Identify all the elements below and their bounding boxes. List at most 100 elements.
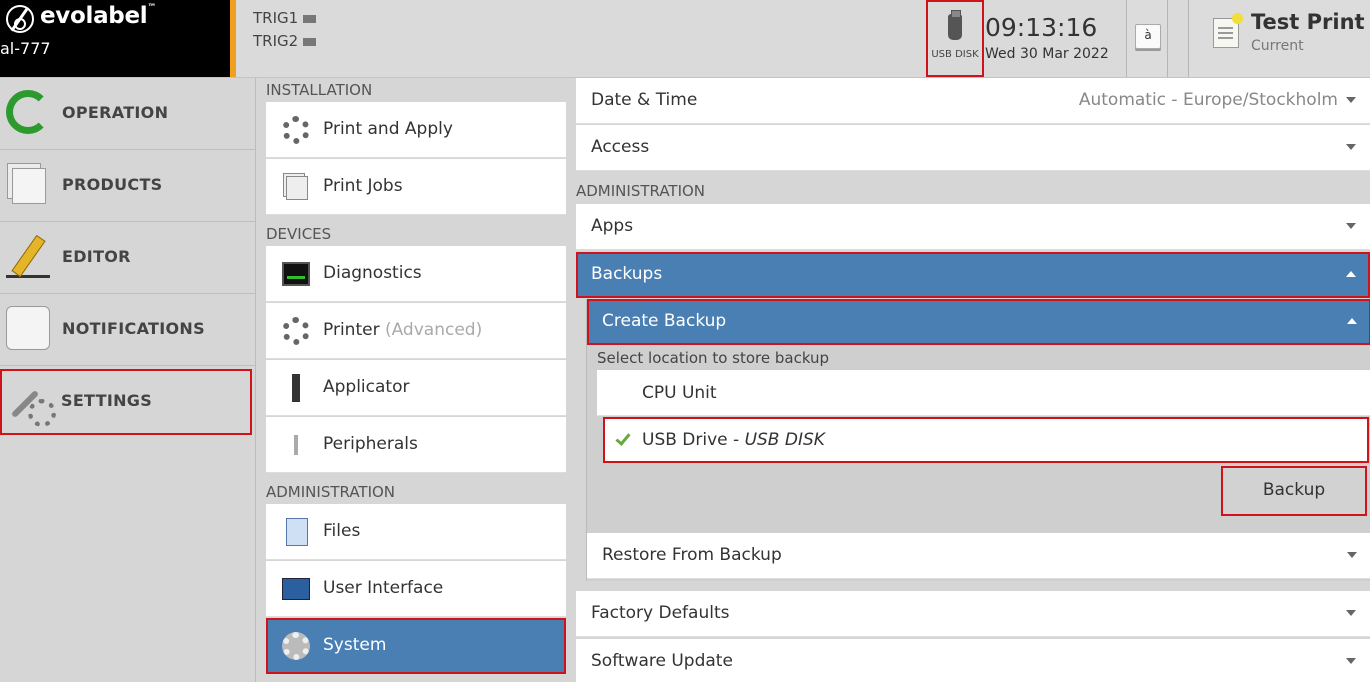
row-apps-label: Apps (591, 216, 634, 236)
nav-settings-label: SETTINGS (61, 391, 153, 410)
menu-files[interactable]: Files (266, 504, 566, 560)
select-location-label: Select location to store backup (597, 349, 830, 367)
chevron-down-icon (1346, 658, 1356, 664)
row-restore-from-backup[interactable]: Restore From Backup (587, 533, 1370, 579)
row-access[interactable]: Access (576, 125, 1370, 171)
row-backups-label: Backups (591, 264, 663, 284)
location-usb-drive-label: USB Drive - (642, 430, 745, 450)
trigger-1-led-icon (303, 14, 317, 23)
applicator-icon (282, 374, 310, 402)
logo-block: evolabel™ al-777 (0, 0, 236, 77)
chevron-down-icon (1347, 552, 1357, 558)
files-icon (286, 518, 308, 546)
diagnostics-icon (282, 262, 310, 286)
location-usb-drive[interactable]: USB Drive - USB DISK (603, 417, 1369, 463)
usb-disk-label: USB DISK (931, 49, 979, 60)
section-installation: INSTALLATION (266, 81, 373, 99)
usb-stick-icon (948, 10, 962, 40)
trademark: ™ (147, 3, 157, 13)
top-bar: evolabel™ al-777 TRIG1 TRIG2 USB DISK 09… (0, 0, 1370, 78)
nav-notifications[interactable]: NOTIFICATIONS (0, 294, 255, 366)
settings-categories: INSTALLATION Print and Apply Print Jobs … (257, 78, 575, 682)
menu-printer-sublabel: (Advanced) (384, 320, 483, 340)
row-factory-defaults-label: Factory Defaults (591, 603, 730, 623)
row-backups[interactable]: Backups (576, 252, 1370, 298)
main-nav: OPERATION PRODUCTS EDITOR NOTIFICATIONS … (0, 78, 256, 682)
menu-peripherals-label: Peripherals (323, 434, 418, 454)
documents-icon (12, 168, 46, 204)
row-software-update[interactable]: Software Update (576, 639, 1370, 682)
nav-editor-label: EDITOR (62, 247, 131, 266)
speech-bubble-icon (6, 306, 50, 350)
test-print-title: Test Print (1251, 10, 1365, 34)
row-restore-label: Restore From Backup (602, 545, 782, 565)
row-factory-defaults[interactable]: Factory Defaults (576, 591, 1370, 637)
checkmark-icon (615, 430, 631, 446)
chevron-up-icon (1347, 318, 1357, 324)
menu-applicator-label: Applicator (323, 377, 410, 397)
menu-diagnostics[interactable]: Diagnostics (266, 246, 566, 302)
menu-diagnostics-label: Diagnostics (323, 263, 422, 283)
row-date-time-label: Date & Time (591, 90, 698, 110)
chevron-down-icon (1346, 144, 1356, 150)
section-administration: ADMINISTRATION (266, 483, 396, 501)
refresh-icon (6, 90, 50, 134)
nav-products-label: PRODUCTS (62, 175, 163, 194)
backup-button[interactable]: Backup (1221, 466, 1367, 516)
section-devices: DEVICES (266, 225, 332, 243)
section-administration-right: ADMINISTRATION (576, 182, 706, 200)
row-create-backup-label: Create Backup (602, 311, 727, 331)
nav-settings[interactable]: SETTINGS (0, 369, 252, 435)
brand-name: evolabel (40, 3, 148, 29)
backups-content: Create Backup Select location to store b… (586, 299, 1370, 581)
nav-notifications-label: NOTIFICATIONS (62, 319, 205, 338)
menu-print-jobs[interactable]: Print Jobs (266, 159, 566, 215)
trigger-2-label: TRIG2 (253, 32, 299, 50)
row-date-time-value: Automatic - Europe/Stockholm (1078, 90, 1338, 110)
menu-system[interactable]: System (266, 618, 566, 674)
trigger-1-indicator: TRIG1 (253, 9, 317, 27)
chevron-down-icon (1346, 223, 1356, 229)
menu-applicator[interactable]: Applicator (266, 360, 566, 416)
system-gear-icon (282, 632, 310, 660)
system-settings-panel: Date & Time Automatic - Europe/Stockholm… (576, 78, 1370, 682)
plug-icon (282, 431, 310, 459)
location-cpu-unit[interactable]: CPU Unit (597, 370, 1370, 416)
menu-files-label: Files (323, 521, 361, 541)
evolabel-logo-icon (6, 5, 34, 33)
location-usb-drive-name: USB DISK (744, 430, 825, 450)
nav-operation-label: OPERATION (62, 103, 169, 122)
clock-time: 09:13:16 (985, 13, 1098, 42)
row-apps[interactable]: Apps (576, 204, 1370, 250)
menu-user-interface[interactable]: User Interface (266, 561, 566, 617)
print-jobs-icon (286, 176, 308, 200)
trigger-2-led-icon (303, 37, 317, 46)
usb-disk-indicator[interactable]: USB DISK (926, 0, 984, 77)
test-print-button[interactable]: Test Print Current (1188, 0, 1370, 77)
menu-printer[interactable]: Printer (Advanced) (266, 303, 566, 359)
menu-user-interface-label: User Interface (323, 578, 444, 598)
user-interface-icon (282, 578, 310, 600)
row-date-time[interactable]: Date & Time Automatic - Europe/Stockholm (576, 78, 1370, 124)
menu-peripherals[interactable]: Peripherals (266, 417, 566, 473)
row-access-label: Access (591, 137, 650, 157)
printer-icon (282, 317, 310, 345)
trigger-2-indicator: TRIG2 (253, 32, 317, 50)
test-print-subtitle: Current (1251, 38, 1304, 54)
pencil-icon (6, 234, 50, 278)
nav-operation[interactable]: OPERATION (0, 78, 255, 150)
menu-print-and-apply[interactable]: Print and Apply (266, 102, 566, 158)
menu-system-label: System (323, 635, 387, 655)
menu-printer-label: Printer (323, 320, 380, 340)
row-create-backup[interactable]: Create Backup (587, 299, 1370, 345)
wrench-gear-icon (6, 379, 56, 427)
chevron-up-icon (1346, 271, 1356, 277)
nav-editor[interactable]: EDITOR (0, 222, 255, 294)
row-software-update-label: Software Update (591, 651, 733, 671)
keyboard-button[interactable]: à (1126, 0, 1168, 77)
nav-products[interactable]: PRODUCTS (0, 150, 255, 222)
chevron-down-icon (1346, 610, 1356, 616)
keyboard-icon: à (1135, 24, 1161, 49)
model-name: al-777 (0, 39, 51, 58)
test-print-icon (1213, 13, 1243, 48)
